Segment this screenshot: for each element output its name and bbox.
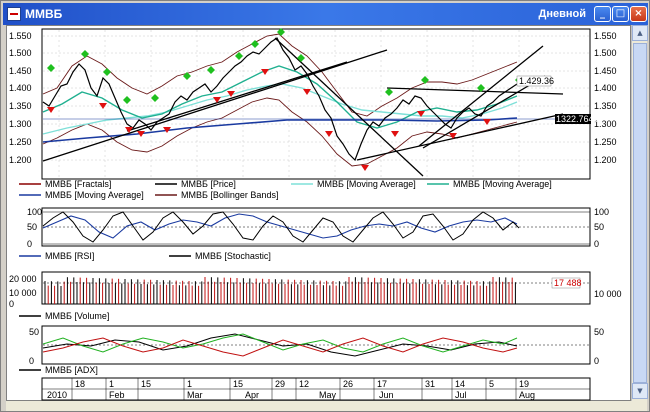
price-tick-left: 1.300 xyxy=(9,119,32,129)
price-legend: ММВБ [Fractals] ММВБ [Price] ММВБ [Moving … xyxy=(19,179,552,200)
adx-tick-right: 0 xyxy=(594,356,599,366)
price-tick-right: 1.200 xyxy=(594,155,617,165)
volume-tick-left: 0 xyxy=(9,299,14,309)
time-month-label: Jun xyxy=(379,390,394,400)
time-month-label: May xyxy=(319,390,337,400)
volume-tick-left: 20 000 xyxy=(9,274,37,284)
time-day-label: 14 xyxy=(455,379,465,389)
time-month-label: Jul xyxy=(455,390,467,400)
time-day-label: 12 xyxy=(299,379,309,389)
price-tick-left: 1.550 xyxy=(9,31,32,41)
oscillator-legend: ММВБ [RSI] ММВБ [Stochastic] xyxy=(19,251,271,261)
window-title: ММВБ xyxy=(25,7,63,21)
price-tick-left: 1.250 xyxy=(9,137,32,147)
time-day-label: 26 xyxy=(343,379,353,389)
ma-value: 1322.76494 xyxy=(556,114,604,124)
volume-pane[interactable] xyxy=(41,271,591,305)
minimize-button[interactable]: _ xyxy=(594,6,611,22)
close-button[interactable]: × xyxy=(630,6,647,22)
price-pane[interactable] xyxy=(41,28,591,180)
time-day-label: 17 xyxy=(377,379,387,389)
volume-tick-right: 10 000 xyxy=(594,289,622,299)
time-day-label: 18 xyxy=(75,379,85,389)
time-day-label: 15 xyxy=(233,379,243,389)
time-day-label: 5 xyxy=(489,379,494,389)
legend-label: ММВБ [Price] xyxy=(181,179,236,189)
time-day-label: 19 xyxy=(519,379,529,389)
price-tick-right: 1.550 xyxy=(594,31,617,41)
title-bar[interactable]: ММВБ Дневной _ □ × xyxy=(3,3,648,25)
vertical-scrollbar[interactable]: ▲ ▼ xyxy=(631,25,648,401)
price-tick-left: 1.500 xyxy=(9,48,32,58)
time-month-label: Mar xyxy=(187,390,203,400)
time-month-label: Feb xyxy=(109,390,125,400)
volume-last-value: 17 488 xyxy=(554,278,582,288)
volume-legend: ММВБ [Volume] xyxy=(19,311,109,321)
time-day-label: 15 xyxy=(141,379,151,389)
time-day-label: 29 xyxy=(275,379,285,389)
price-tick-right: 1.350 xyxy=(594,101,617,111)
oscillator-tick-left: 100 xyxy=(27,207,42,217)
price-tick-right: 1.400 xyxy=(594,83,617,93)
volume-last-tag: 17 488 xyxy=(551,277,582,289)
legend-label: ММВБ [RSI] xyxy=(45,251,94,261)
volume-tick-left: 10 000 xyxy=(9,288,37,298)
chart-app-icon xyxy=(7,7,21,21)
last-price-tag: 1.429.36 xyxy=(516,75,554,87)
time-month-label: Aug xyxy=(519,390,535,400)
legend-label: ММВБ [Volume] xyxy=(45,311,109,321)
horizontal-scrollbar[interactable] xyxy=(6,401,647,411)
legend-label: ММВБ [Moving Average] xyxy=(453,179,552,189)
chart-area[interactable]: 1.550 1.550 1.500 1.500 1.450 1.450 1.400 1.400… xyxy=(6,25,631,401)
time-day-label: 1 xyxy=(109,379,114,389)
maximize-button[interactable]: □ xyxy=(612,6,629,22)
adx-tick-left: 50 xyxy=(29,327,39,337)
price-tick-right: 1.450 xyxy=(594,66,617,76)
scroll-down-icon[interactable]: ▼ xyxy=(632,383,648,399)
time-month-label: 2010 xyxy=(47,390,67,400)
time-day-label: 31 xyxy=(425,379,435,389)
scroll-thumb[interactable] xyxy=(633,43,647,383)
chart-window: ММВБ Дневной _ □ × 1.550 1.550 1.500 1.5… xyxy=(0,0,650,412)
legend-label: ММВБ [Bollinger Bands] xyxy=(181,190,278,200)
oscillator-tick-right: 100 xyxy=(594,207,609,217)
adx-tick-right: 50 xyxy=(594,327,604,337)
price-tick-left: 1.400 xyxy=(9,83,32,93)
legend-label: ММВБ [Fractals] xyxy=(45,179,111,189)
legend-label: ММВБ [Moving Average] xyxy=(317,179,416,189)
period-label[interactable]: Дневной xyxy=(539,8,587,20)
price-tick-right: 1.250 xyxy=(594,137,617,147)
ma-value-tag: 1322.76494 xyxy=(555,114,604,124)
legend-label: ММВБ [Moving Average] xyxy=(45,190,144,200)
oscillator-tick-left: 50 xyxy=(27,222,37,232)
legend-label: ММВБ [ADX] xyxy=(45,365,98,375)
oscillator-tick-right: 50 xyxy=(594,222,604,232)
oscillator-tick-right: 0 xyxy=(594,239,599,249)
last-price-value: 1.429.36 xyxy=(519,76,554,86)
adx-tick-left: 0 xyxy=(29,356,34,366)
adx-legend: ММВБ [ADX] xyxy=(19,365,98,375)
price-tick-left: 1.450 xyxy=(9,66,32,76)
time-month-label: Apr xyxy=(245,390,259,400)
price-tick-left: 1.200 xyxy=(9,155,32,165)
legend-label: ММВБ [Stochastic] xyxy=(195,251,271,261)
price-tick-left: 1.350 xyxy=(9,101,32,111)
oscillator-tick-left: 0 xyxy=(27,239,32,249)
scroll-up-icon[interactable]: ▲ xyxy=(632,25,648,41)
time-day-label: 1 xyxy=(187,379,192,389)
price-tick-right: 1.500 xyxy=(594,48,617,58)
